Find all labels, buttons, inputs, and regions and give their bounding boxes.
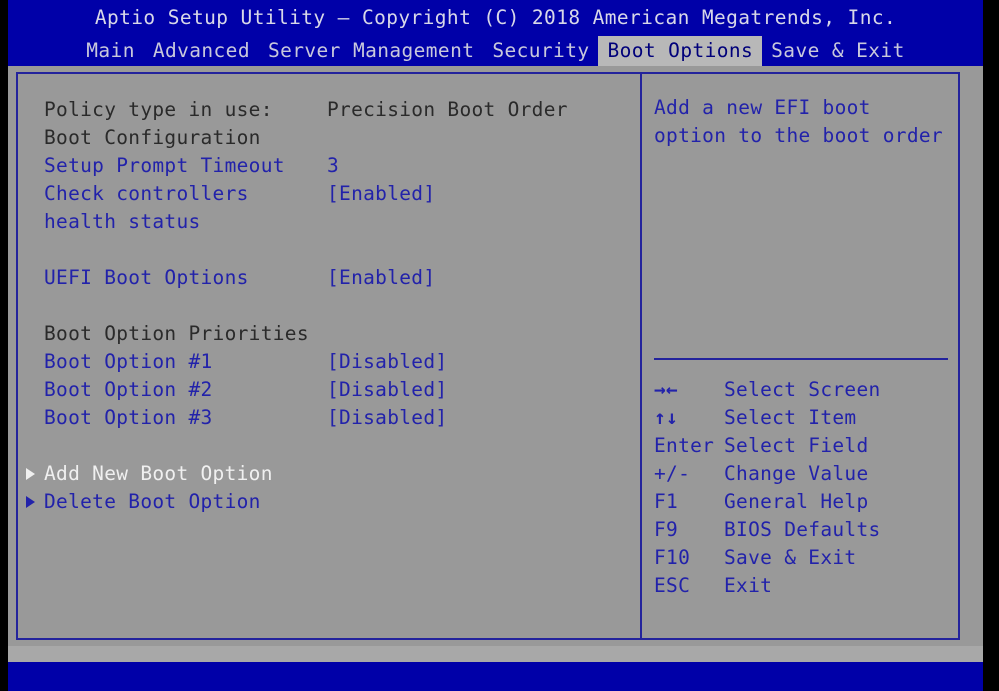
settings-list: Policy type in use: Precision Boot Order B… <box>18 74 640 638</box>
key-hint-row: F1 General Help <box>648 488 954 516</box>
key-hint-row: F9 BIOS Defaults <box>648 516 954 544</box>
key-action-label: Save & Exit <box>724 546 857 569</box>
setting-row-boot-option-num1[interactable]: Boot Option #1 [Disabled] <box>18 348 640 376</box>
key-action-label: Select Screen <box>724 378 881 401</box>
key-hint-row: Enter Select Field <box>648 432 954 460</box>
setting-label: Boot Option #2 <box>44 378 213 401</box>
key-binding: ↑↓ <box>654 406 679 429</box>
setting-label: health status <box>44 210 201 233</box>
setting-label: Setup Prompt Timeout <box>44 154 285 177</box>
setting-value[interactable]: Precision Boot Order <box>327 96 568 124</box>
help-separator <box>654 358 948 360</box>
key-binding: Enter <box>654 434 715 457</box>
setting-row-boot-option-num3[interactable]: Boot Option #3 [Disabled] <box>18 404 640 432</box>
key-hint-row: +/- Change Value <box>648 460 954 488</box>
menu-item-advanced[interactable]: Advanced <box>144 36 259 66</box>
key-binding: →← <box>654 378 679 401</box>
key-action-label: Select Field <box>724 434 869 457</box>
help-description: Add a new EFI boot option to the boot or… <box>654 96 943 147</box>
footer-bar <box>8 662 983 691</box>
key-binding: F9 <box>654 518 679 541</box>
key-binding: ESC <box>654 574 691 597</box>
setting-row-uefi-boot-options[interactable]: UEFI Boot Options [Enabled] <box>18 264 640 292</box>
setting-label: Boot Option #3 <box>44 406 213 429</box>
menu-item-boot-options[interactable]: Boot Options <box>598 36 763 66</box>
setting-value[interactable]: [Enabled] <box>327 264 435 292</box>
setting-value[interactable]: [Disabled] <box>327 404 447 432</box>
setting-label: Boot Option #1 <box>44 350 213 373</box>
window-title: Aptio Setup Utility – Copyright (C) 2018… <box>8 0 983 36</box>
key-action-label: Exit <box>724 574 773 597</box>
setting-label: Add New Boot Option <box>44 462 273 485</box>
bottom-strip <box>8 646 983 662</box>
setting-row-boot-option-num2[interactable]: Boot Option #2 [Disabled] <box>18 376 640 404</box>
key-binding: F1 <box>654 490 679 513</box>
key-hint-row: →← Select Screen <box>648 376 954 404</box>
setting-row-health-status[interactable]: health status <box>18 208 640 236</box>
key-binding: F10 <box>654 546 691 569</box>
panel-divider <box>640 72 642 640</box>
menu-bar: Main Advanced Server Management Security Boo… <box>8 36 983 66</box>
setting-value[interactable]: [Enabled] <box>327 180 435 208</box>
setting-row-check-controllers[interactable]: Check controllers [Enabled] <box>18 180 640 208</box>
menu-item-security[interactable]: Security <box>483 36 598 66</box>
setting-row-add-new-boot-option[interactable]: Add New Boot Option <box>18 460 640 488</box>
setting-label: Boot Option Priorities <box>44 322 309 345</box>
setting-label: Check controllers <box>44 182 249 205</box>
key-hint-row: F10 Save & Exit <box>648 544 954 572</box>
menu-item-server-management[interactable]: Server Management <box>259 36 483 66</box>
setting-label: Boot Configuration <box>44 126 261 149</box>
bios-setup-screen: Aptio Setup Utility – Copyright (C) 2018… <box>0 0 999 691</box>
setting-label: Delete Boot Option <box>44 490 261 513</box>
setting-label: Policy type in use: <box>44 98 273 121</box>
key-action-label: BIOS Defaults <box>724 518 881 541</box>
menu-item-main[interactable]: Main <box>77 36 144 66</box>
menu-item-save-exit[interactable]: Save & Exit <box>762 36 914 66</box>
setting-row-boot-configuration[interactable]: Boot Configuration <box>18 124 640 152</box>
setting-row-delete-boot-option[interactable]: Delete Boot Option <box>18 488 640 516</box>
setting-value[interactable]: 3 <box>327 152 339 180</box>
key-binding: +/- <box>654 462 691 485</box>
setting-row-setup-prompt-timeout[interactable]: Setup Prompt Timeout 3 <box>18 152 640 180</box>
key-action-label: Select Item <box>724 406 857 429</box>
submenu-arrow-icon <box>26 496 35 508</box>
setting-row-boot-option-priorities[interactable]: Boot Option Priorities <box>18 320 640 348</box>
setting-value[interactable]: [Disabled] <box>327 376 447 404</box>
key-hint-row: ↑↓ Select Item <box>648 404 954 432</box>
key-hint-row: ESC Exit <box>648 572 954 600</box>
submenu-arrow-icon <box>26 468 35 480</box>
setting-row-policy-type-in-use[interactable]: Policy type in use: Precision Boot Order <box>18 96 640 124</box>
help-panel: Add a new EFI boot option to the boot or… <box>648 74 954 638</box>
key-action-label: General Help <box>724 490 869 513</box>
key-action-label: Change Value <box>724 462 869 485</box>
setting-label: UEFI Boot Options <box>44 266 249 289</box>
setting-value[interactable]: [Disabled] <box>327 348 447 376</box>
